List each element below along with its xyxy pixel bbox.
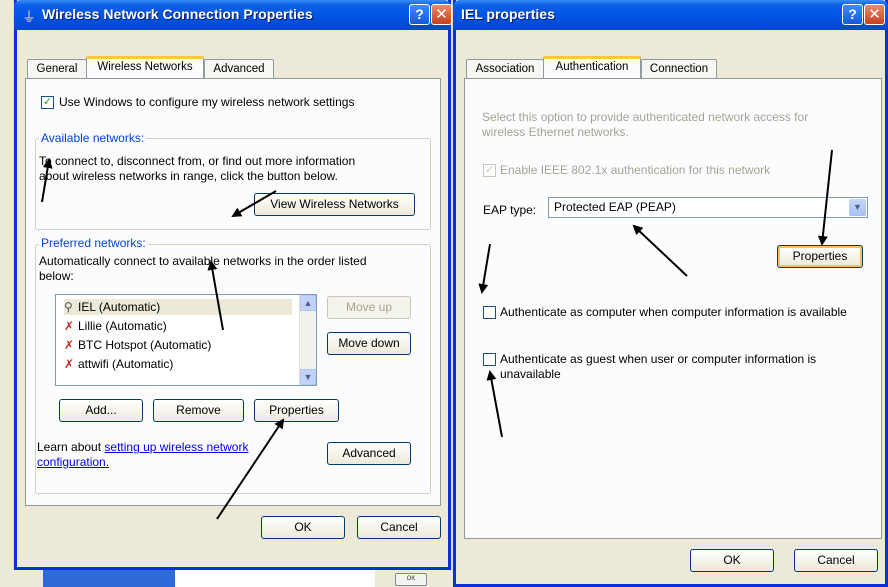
wireless-connection-properties-dialog: ⏚ Wireless Network Connection Properties… (14, 0, 452, 570)
iel-properties-dialog: IEL properties ? ✕ Association Authentic… (453, 0, 888, 587)
background-ok-button: OK (395, 573, 427, 586)
move-down-button[interactable]: Move down (327, 332, 411, 355)
connected-network-icon: ⚲ (64, 300, 73, 314)
ok-button[interactable]: OK (690, 549, 774, 572)
auth-computer-checkbox[interactable] (483, 306, 496, 319)
ok-button[interactable]: OK (261, 516, 345, 539)
background-white-area (175, 570, 375, 587)
list-item[interactable]: ⚲ IEL (Automatic) (64, 299, 292, 315)
auth-computer-label: Authenticate as computer when computer i… (500, 305, 847, 319)
close-button[interactable]: ✕ (431, 4, 452, 25)
setup-wireless-link-continued[interactable]: configuration. (37, 455, 109, 469)
scroll-up-icon[interactable]: ▲ (300, 295, 316, 311)
chevron-down-icon[interactable]: ▼ (849, 199, 866, 216)
tab-advanced[interactable]: Advanced (204, 59, 274, 79)
use-windows-label: Use Windows to configure my wireless net… (59, 95, 355, 109)
unavailable-network-icon: ✗ (64, 357, 75, 371)
window-title: IEL properties (461, 6, 555, 22)
network-name: Lillie (Automatic) (78, 319, 167, 333)
enable-8021x-label: Enable IEEE 802.1x authentication for th… (500, 163, 771, 177)
advanced-button[interactable]: Advanced (327, 442, 411, 465)
available-description-line1: To connect to, disconnect from, or find … (39, 154, 356, 168)
move-up-button[interactable]: Move up (327, 296, 411, 319)
window-title: Wireless Network Connection Properties (42, 6, 313, 22)
remove-button[interactable]: Remove (153, 399, 244, 422)
list-item[interactable]: ✗ BTC Hotspot (Automatic) (64, 337, 211, 353)
unavailable-network-icon: ✗ (64, 338, 75, 352)
setup-wireless-link[interactable]: setting up wireless network (104, 440, 248, 454)
info-line2: wireless Ethernet networks. (482, 125, 629, 139)
enable-8021x-checkbox[interactable]: ✓ (483, 164, 496, 177)
list-scrollbar[interactable]: ▲ ▼ (299, 295, 316, 385)
cancel-button[interactable]: Cancel (357, 516, 441, 539)
add-button[interactable]: Add... (59, 399, 143, 422)
list-item[interactable]: ✗ Lillie (Automatic) (64, 318, 167, 334)
network-name: BTC Hotspot (Automatic) (78, 338, 212, 352)
eap-type-label: EAP type: (483, 203, 537, 217)
network-name: attwifi (Automatic) (78, 357, 174, 371)
background-taskbar-fragment (13, 570, 453, 587)
learn-about-text: Learn about setting up wireless network … (37, 440, 307, 470)
scroll-down-icon[interactable]: ▼ (300, 369, 316, 385)
view-wireless-networks-button[interactable]: View Wireless Networks (254, 193, 415, 216)
eap-properties-button[interactable]: Properties (777, 245, 863, 268)
tab-association[interactable]: Association (466, 59, 544, 79)
cancel-button[interactable]: Cancel (794, 549, 878, 572)
background-window-edge (0, 0, 13, 587)
tab-wireless-networks[interactable]: Wireless Networks (86, 56, 204, 79)
learn-prefix: Learn about (37, 440, 105, 454)
auth-guest-label-line1: Authenticate as guest when user or compu… (500, 352, 817, 366)
preferred-networks-label: Preferred networks: (39, 236, 148, 251)
preferred-description-line1: Automatically connect to available netwo… (39, 254, 367, 268)
network-name: IEL (Automatic) (78, 300, 161, 314)
network-properties-button[interactable]: Properties (254, 399, 339, 422)
tab-general[interactable]: General (27, 59, 87, 79)
help-button[interactable]: ? (409, 4, 430, 25)
titlebar: IEL properties ? ✕ (453, 0, 888, 30)
eap-type-value: Protected EAP (PEAP) (554, 200, 676, 214)
background-blue-area (43, 570, 175, 587)
available-networks-group (35, 138, 431, 230)
help-button[interactable]: ? (842, 4, 863, 25)
available-networks-label: Available networks: (39, 131, 147, 146)
list-item[interactable]: ✗ attwifi (Automatic) (64, 356, 173, 372)
info-line1: Select this option to provide authentica… (482, 110, 809, 124)
titlebar: ⏚ Wireless Network Connection Properties… (14, 0, 452, 30)
available-description-line2: about wireless networks in range, click … (39, 169, 338, 183)
use-windows-checkbox[interactable]: ✓ (41, 96, 54, 109)
network-icon: ⏚ (22, 9, 36, 25)
tab-connection[interactable]: Connection (641, 59, 717, 79)
auth-guest-label-line2: unavailable (500, 367, 561, 381)
preferred-networks-list[interactable]: ⚲ IEL (Automatic) ✗ Lillie (Automatic) ✗ BT… (55, 294, 317, 386)
preferred-description-line2: below: (39, 269, 74, 283)
tab-authentication[interactable]: Authentication (543, 56, 641, 79)
unavailable-network-icon: ✗ (64, 319, 75, 333)
close-button[interactable]: ✕ (864, 4, 885, 25)
eap-type-select[interactable]: Protected EAP (PEAP) ▼ (548, 197, 868, 218)
auth-guest-checkbox[interactable] (483, 353, 496, 366)
